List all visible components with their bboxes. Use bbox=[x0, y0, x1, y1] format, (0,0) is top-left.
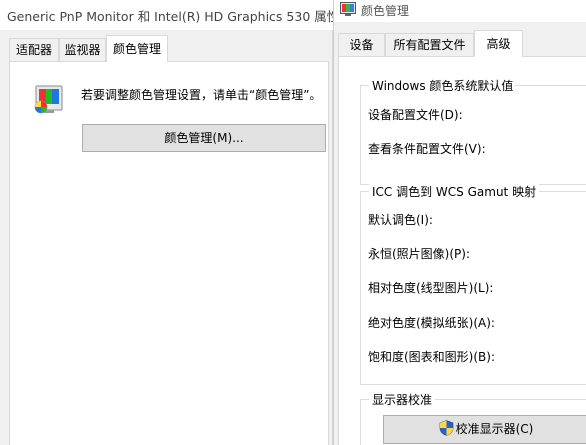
tab-devices[interactable]: 设备 bbox=[338, 33, 385, 56]
title-bar[interactable]: 颜色管理 bbox=[334, 0, 586, 22]
group-title: 显示器校准 bbox=[369, 391, 436, 408]
absolute-colorimetric-label: 绝对色度(模拟纸张)(A): bbox=[368, 316, 495, 330]
windows-defaults-group: Windows 颜色系统默认值 bbox=[360, 77, 586, 185]
calibrate-display-label: 校准显示器(C) bbox=[455, 422, 534, 436]
tab-color-management[interactable]: 颜色管理 bbox=[106, 35, 168, 62]
color-management-button[interactable]: 颜色管理(M)... bbox=[82, 124, 326, 152]
title-bar[interactable]: Generic PnP Monitor 和 Intel(R) HD Graphi… bbox=[0, 0, 339, 30]
color-management-window: 颜色管理 设备 所有配置文件 高级 Windows 颜色系统默认值 设备配置文件… bbox=[333, 0, 586, 445]
advanced-tab-panel: Windows 颜色系统默认值 设备配置文件(D): 查看条件配置文件(V): … bbox=[338, 56, 586, 445]
saturation-label: 饱和度(图表和图形)(B): bbox=[368, 350, 496, 364]
color-management-description: 若要调整颜色管理设置，请单击“颜色管理”。 bbox=[81, 88, 322, 102]
group-title: Windows 颜色系统默认值 bbox=[369, 77, 517, 94]
tab-strip: 设备 所有配置文件 高级 bbox=[338, 30, 586, 57]
tab-all-profiles[interactable]: 所有配置文件 bbox=[385, 33, 474, 56]
perceptual-label: 永恒(照片图像)(P): bbox=[368, 247, 471, 261]
relative-colorimetric-label: 相对色度(线型图片)(L): bbox=[368, 281, 494, 295]
viewing-conditions-label: 查看条件配置文件(V): bbox=[368, 142, 486, 156]
shield-icon bbox=[439, 420, 453, 436]
tab-monitor[interactable]: 监视器 bbox=[59, 38, 106, 61]
monitor-icon bbox=[340, 2, 356, 16]
device-profile-label: 设备配置文件(D): bbox=[368, 108, 463, 122]
calibrate-display-button[interactable]: 校准显示器(C) bbox=[383, 415, 586, 444]
tab-advanced[interactable]: 高级 bbox=[474, 30, 523, 57]
window-title: Generic PnP Monitor 和 Intel(R) HD Graphi… bbox=[7, 9, 340, 24]
color-management-icon bbox=[34, 85, 63, 114]
tab-adapter[interactable]: 适配器 bbox=[9, 38, 59, 61]
window-title: 颜色管理 bbox=[361, 4, 410, 18]
group-title: ICC 调色到 WCS Gamut 映射 bbox=[369, 183, 540, 200]
color-management-tab-panel: 若要调整颜色管理设置，请单击“颜色管理”。 颜色管理(M)... bbox=[9, 61, 329, 445]
display-properties-window: Generic PnP Monitor 和 Intel(R) HD Graphi… bbox=[0, 0, 339, 445]
default-rendering-label: 默认调色(I): bbox=[368, 213, 433, 227]
tab-strip: 适配器 监视器 颜色管理 bbox=[9, 35, 329, 62]
